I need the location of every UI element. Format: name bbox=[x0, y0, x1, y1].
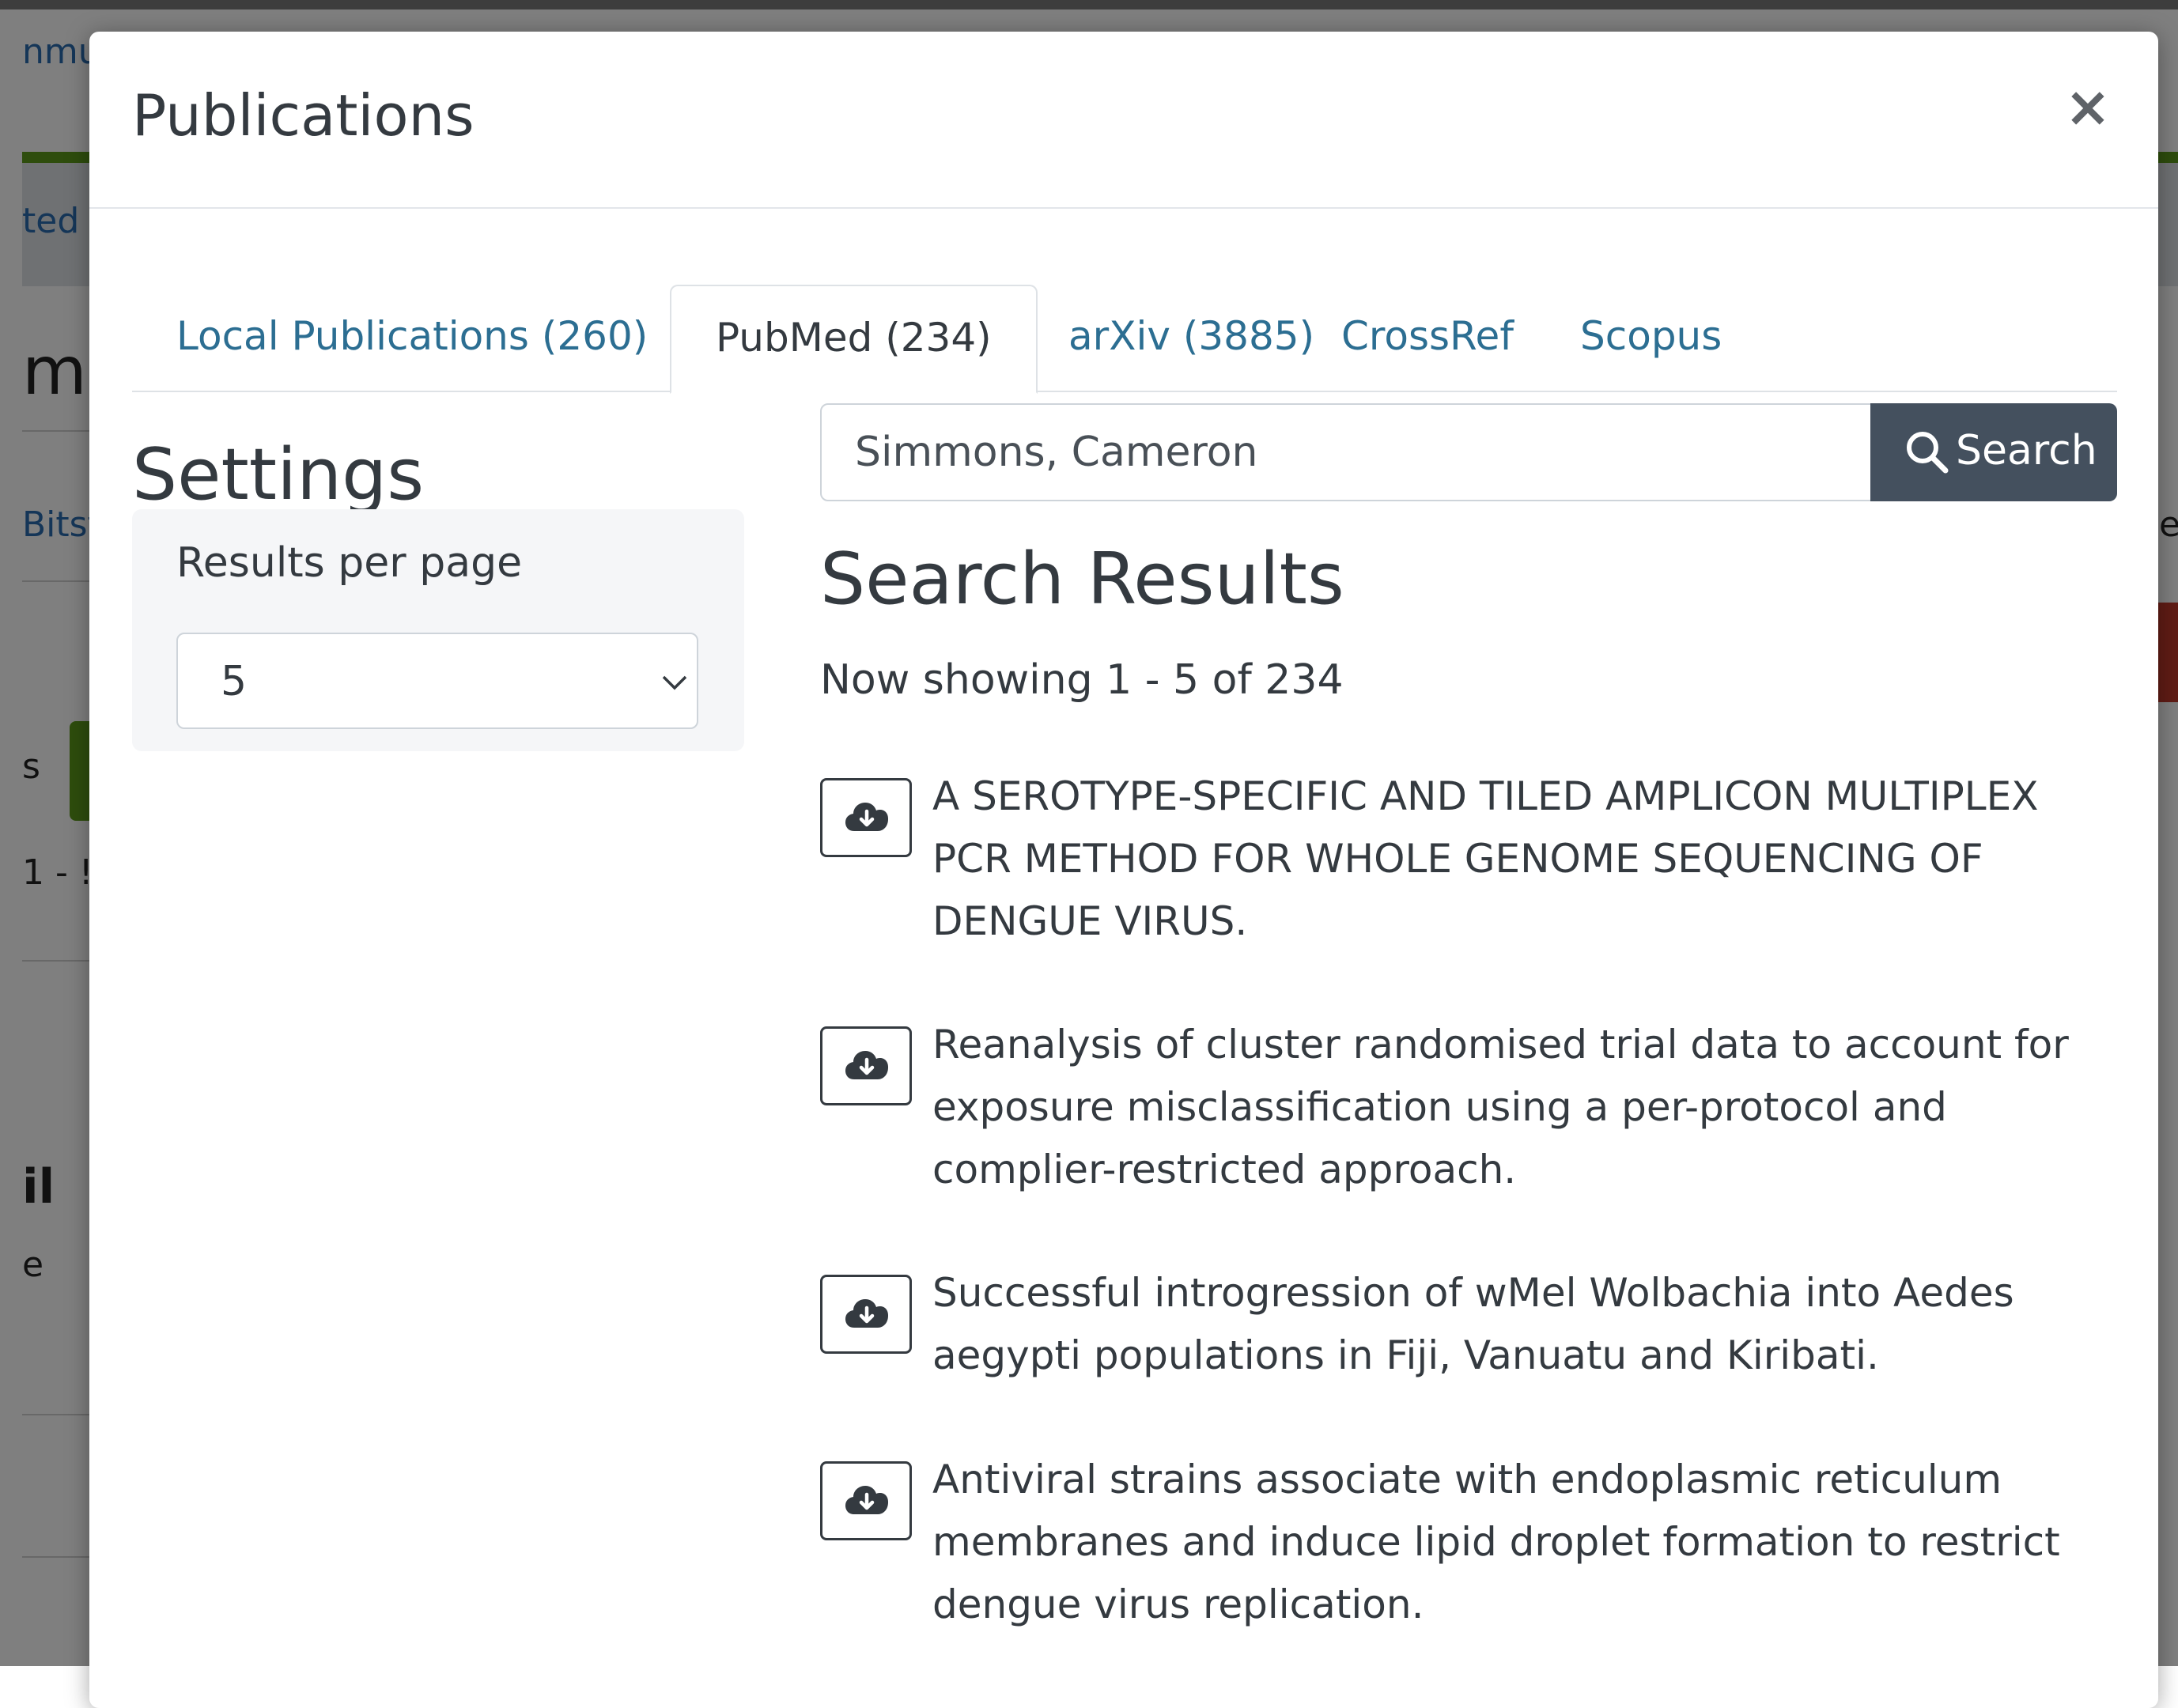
publications-modal: Publications × Local Publications (260) … bbox=[89, 32, 2158, 1708]
close-button[interactable]: × bbox=[2060, 79, 2116, 134]
tab-crossref[interactable]: CrossRef bbox=[1297, 285, 1558, 392]
result-title[interactable]: A SEROTYPE-SPECIFIC AND TILED AMPLICON M… bbox=[932, 765, 2119, 953]
search-button[interactable]: Search bbox=[1870, 403, 2117, 501]
results-per-page-value: 5 bbox=[221, 658, 248, 705]
search-input[interactable]: Simmons, Cameron bbox=[820, 403, 1872, 501]
search-icon bbox=[1907, 432, 1949, 474]
import-button[interactable] bbox=[820, 1275, 912, 1354]
result-title[interactable]: Antiviral strains associate with endopla… bbox=[932, 1449, 2119, 1636]
chevron-down-icon bbox=[662, 675, 687, 690]
tab-scopus[interactable]: Scopus bbox=[1536, 285, 1766, 392]
import-button[interactable] bbox=[820, 1461, 912, 1540]
search-results-heading: Search Results bbox=[820, 538, 1344, 621]
import-button[interactable] bbox=[820, 778, 912, 857]
settings-heading: Settings bbox=[132, 433, 425, 516]
search-input-value: Simmons, Cameron bbox=[855, 429, 1258, 476]
results-per-page-label: Results per page bbox=[176, 539, 523, 587]
tab-local-publications[interactable]: Local Publications (260) bbox=[132, 285, 692, 392]
cloud-download-icon bbox=[845, 1299, 888, 1328]
result-title[interactable]: Reanalysis of cluster randomised trial d… bbox=[932, 1014, 2119, 1201]
modal-title: Publications bbox=[132, 82, 475, 149]
results-count: Now showing 1 - 5 of 234 bbox=[820, 656, 1344, 704]
tab-pubmed[interactable]: PubMed (234) bbox=[670, 285, 1038, 394]
result-title[interactable]: Successful introgression of wMel Wolbach… bbox=[932, 1262, 2119, 1387]
cloud-download-icon bbox=[845, 1051, 888, 1079]
modal-header: Publications × bbox=[89, 32, 2158, 209]
settings-card: Results per page 5 bbox=[132, 509, 744, 751]
source-tabs: Local Publications (260) PubMed (234) ar… bbox=[132, 253, 2117, 394]
results-per-page-select[interactable]: 5 bbox=[176, 633, 698, 729]
cloud-download-icon bbox=[845, 803, 888, 831]
search-button-label: Search bbox=[1956, 427, 2097, 474]
cloud-download-icon bbox=[845, 1486, 888, 1514]
import-button[interactable] bbox=[820, 1026, 912, 1105]
